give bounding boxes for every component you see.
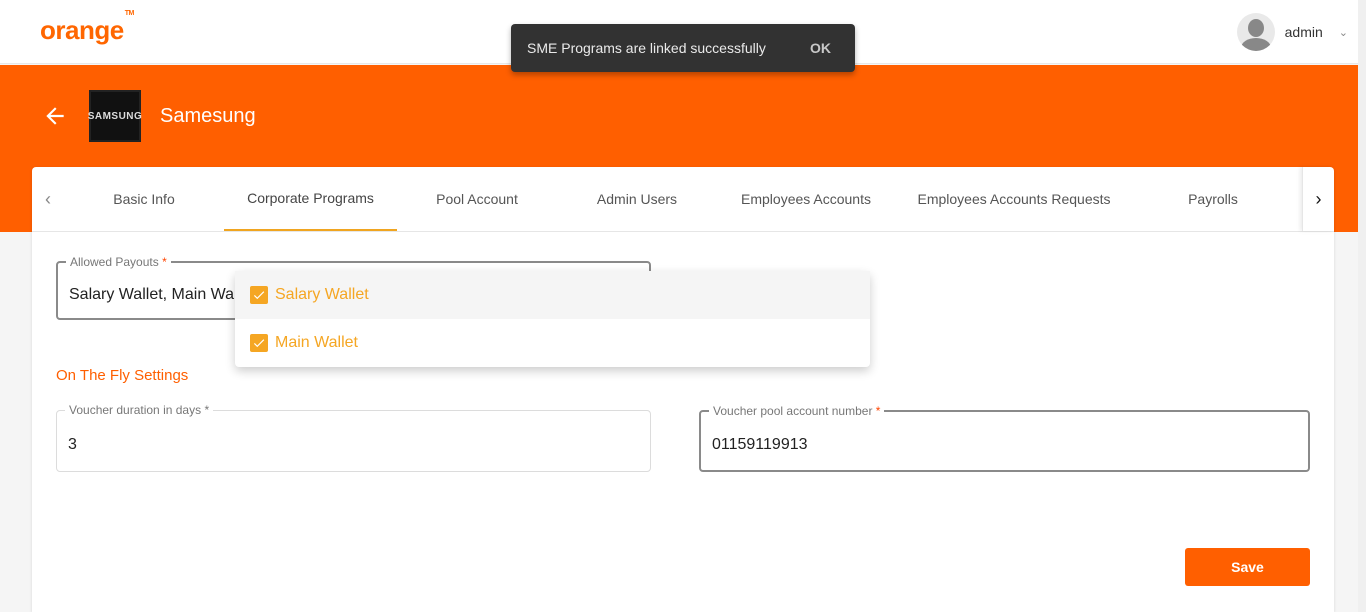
tab-payrolls[interactable]: Payrolls [1152,167,1274,231]
orange-logo[interactable]: orangeTM [40,10,134,46]
tab-basic-info[interactable]: Basic Info [84,167,204,231]
chevron-down-icon[interactable]: ⌄ [1339,26,1348,39]
tab-pool-account[interactable]: Pool Account [417,167,537,231]
back-arrow-icon[interactable] [42,103,68,129]
tab-scroll-left-icon[interactable]: ‹ [32,167,64,231]
checkbox-checked-icon[interactable] [250,334,268,352]
option-salary-wallet[interactable]: Salary Wallet [235,271,870,319]
snackbar-message: SME Programs are linked successfully [527,40,766,56]
section-title: On The Fly Settings [56,367,189,384]
voucher-pool-value: 01159119913 [712,436,808,453]
tab-employees-accounts[interactable]: Employees Accounts [731,167,881,231]
option-label: Main Wallet [275,334,358,351]
tab-admin-users[interactable]: Admin Users [577,167,697,231]
voucher-duration-value: 3 [68,436,77,453]
allowed-payouts-label: Allowed Payouts * [66,255,171,269]
tab-corporate-programs[interactable]: Corporate Programs [224,167,397,231]
save-button[interactable]: Save [1185,548,1310,586]
voucher-duration-field[interactable]: Voucher duration in days * 3 [56,403,651,472]
user-menu[interactable]: admin ⌄ [1236,13,1348,51]
checkbox-checked-icon[interactable] [250,286,268,304]
voucher-duration-label: Voucher duration in days * [65,403,214,417]
page-scrollbar[interactable] [1358,0,1366,612]
success-snackbar: SME Programs are linked successfully OK [511,24,855,72]
option-main-wallet[interactable]: Main Wallet [235,319,870,367]
voucher-pool-account-field[interactable]: Voucher pool account number * 0115911991… [699,404,1310,472]
snackbar-ok-button[interactable]: OK [810,40,831,56]
company-name: Samesung [160,105,256,127]
option-label: Salary Wallet [275,286,369,303]
voucher-pool-label: Voucher pool account number * [709,404,885,418]
user-name: admin [1284,24,1323,40]
company-logo: SAMSUNG [88,90,142,142]
payouts-dropdown: Salary Wallet Main Wallet [235,271,870,367]
tab-bar: ‹ Basic Info Corporate Programs Pool Acc… [32,167,1334,232]
company-details-card: ‹ Basic Info Corporate Programs Pool Acc… [32,167,1334,612]
tab-employees-accounts-requests[interactable]: Employees Accounts Requests [904,167,1124,231]
allowed-payouts-value: Salary Wallet, Main Wall [69,286,242,303]
tab-scroll-right-icon[interactable]: › [1302,167,1334,231]
avatar[interactable] [1236,13,1275,51]
